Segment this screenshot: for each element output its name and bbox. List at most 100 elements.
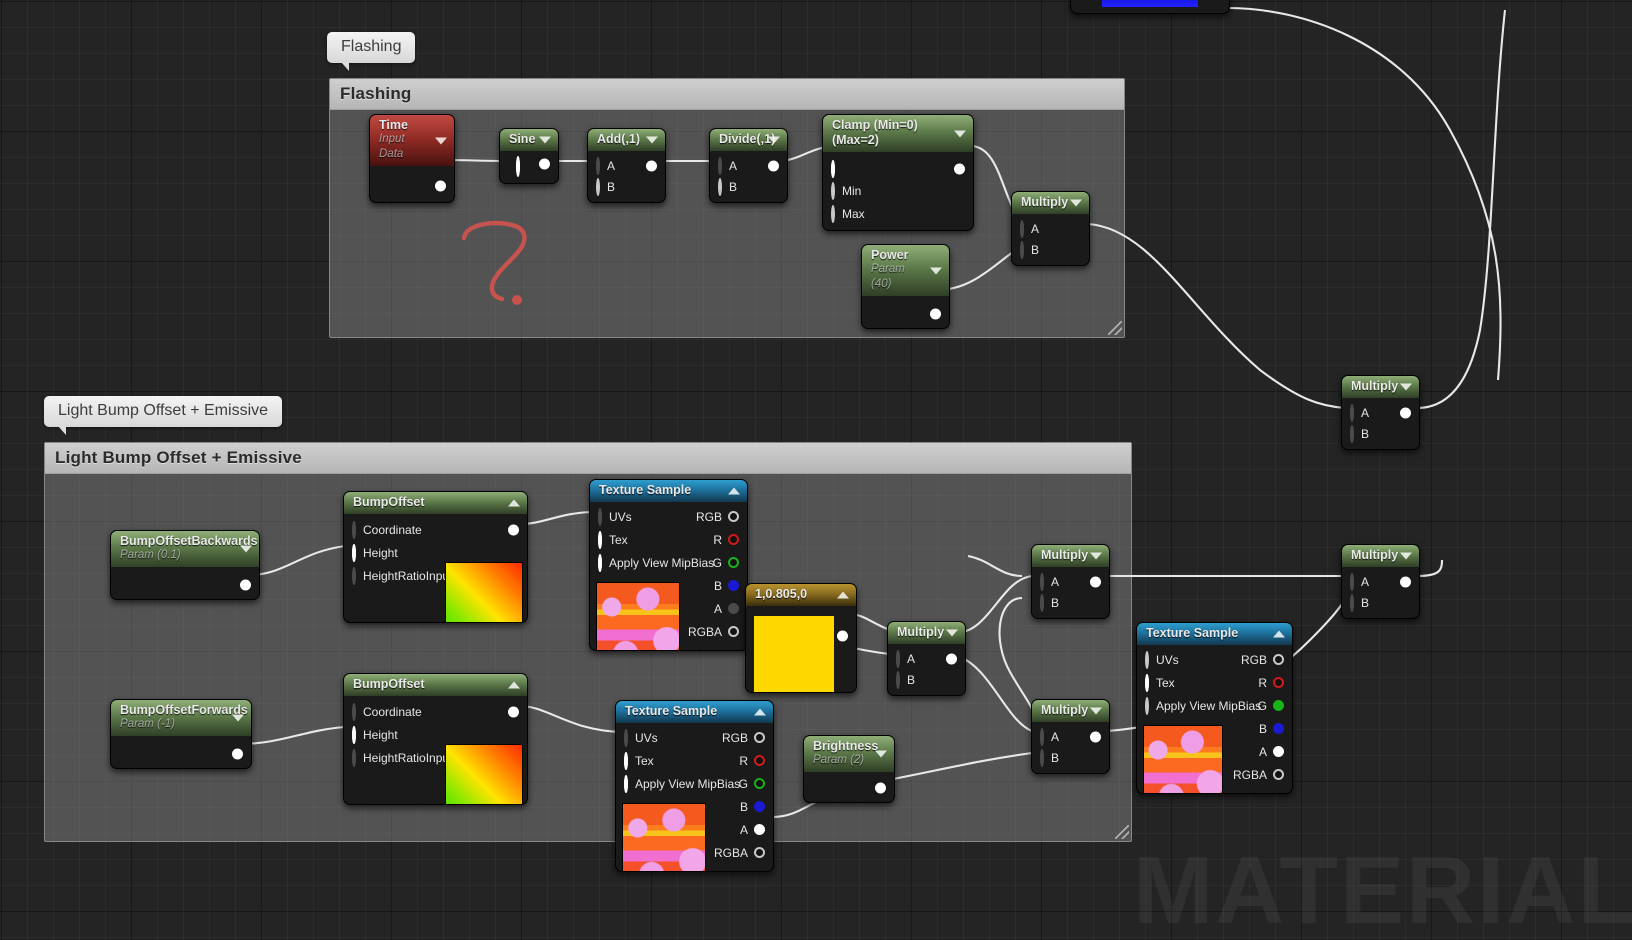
input-pin-coordinate[interactable]: [352, 520, 356, 539]
comment-box-lightbump[interactable]: Light Bump Offset + Emissive: [44, 442, 1132, 842]
node-title[interactable]: BumpOffsetBackwards Param (0.1): [111, 531, 259, 567]
node-bumpoffsetforwards-param[interactable]: BumpOffsetForwards Param (-1): [110, 699, 252, 769]
output-pin[interactable]: [508, 524, 519, 535]
input-pin-a[interactable]: [1040, 572, 1044, 591]
output-pin-r[interactable]: [754, 755, 765, 766]
chevron-down-icon[interactable]: [1400, 552, 1412, 560]
chevron-down-icon[interactable]: [232, 714, 244, 722]
node-title[interactable]: Divide(,1): [710, 129, 787, 151]
chevron-up-icon[interactable]: [1273, 630, 1285, 638]
comment-title-lightbump[interactable]: Light Bump Offset + Emissive: [45, 443, 1131, 474]
node-title[interactable]: BumpOffset: [344, 492, 527, 514]
input-pin-b[interactable]: [1020, 240, 1024, 259]
node-title[interactable]: Multiply: [1342, 545, 1419, 567]
input-pin-a[interactable]: [718, 156, 722, 175]
node-title[interactable]: Multiply: [1342, 376, 1419, 398]
node-title[interactable]: Multiply: [1012, 192, 1089, 214]
node-multiply-flash[interactable]: Multiply A B: [1011, 191, 1090, 266]
node-power[interactable]: Power Param (40): [861, 244, 950, 329]
output-pin[interactable]: [1400, 407, 1411, 418]
node-title[interactable]: BumpOffsetForwards Param (-1): [111, 700, 251, 736]
node-divide[interactable]: Divide(,1) A B: [709, 128, 788, 203]
node-bumpoffsetbackwards-param[interactable]: BumpOffsetBackwards Param (0.1): [110, 530, 260, 600]
output-pin[interactable]: [539, 158, 550, 170]
node-multiply-mid-top[interactable]: Multiply A B: [1031, 544, 1110, 619]
node-title[interactable]: Sine: [500, 129, 558, 151]
node-title[interactable]: Clamp (Min=0) (Max=2): [823, 115, 973, 152]
input-pin-a[interactable]: [1020, 219, 1024, 238]
chevron-down-icon[interactable]: [1400, 383, 1412, 391]
input-pin-b[interactable]: [1040, 593, 1044, 612]
node-clamp[interactable]: Clamp (Min=0) (Max=2) Min Max: [822, 114, 974, 231]
input-pin-uvs[interactable]: [598, 507, 602, 526]
node-add[interactable]: Add(,1) A B: [587, 128, 666, 203]
input-pin-a[interactable]: [896, 649, 900, 668]
output-pin-a[interactable]: [728, 603, 739, 614]
output-pin-r[interactable]: [728, 534, 739, 545]
output-pin[interactable]: [1400, 576, 1411, 587]
node-time[interactable]: Time Input Data: [369, 114, 455, 203]
node-texture-sample-right[interactable]: Texture Sample UVs RGB Tex R Apply View …: [1136, 622, 1293, 794]
node-multiply-right-bottom[interactable]: Multiply A B: [1341, 544, 1420, 619]
output-pin-a[interactable]: [754, 824, 765, 835]
chevron-up-icon[interactable]: [508, 499, 520, 507]
node-title[interactable]: Texture Sample: [616, 701, 773, 723]
input-pin-mipbias[interactable]: [1145, 696, 1149, 715]
output-pin-rgba[interactable]: [754, 847, 765, 858]
input-pin[interactable]: [831, 159, 835, 178]
resize-grip[interactable]: [1115, 825, 1129, 839]
chevron-down-icon[interactable]: [1090, 552, 1102, 560]
chevron-down-icon[interactable]: [768, 136, 780, 144]
node-texture-sample-top[interactable]: Texture Sample UVs RGB Tex R Apply View …: [589, 479, 748, 651]
chevron-down-icon[interactable]: [646, 136, 658, 144]
output-pin[interactable]: [946, 653, 957, 664]
node-brightness-param[interactable]: Brightness Param (2): [803, 735, 895, 803]
node-bumpoffset-bottom[interactable]: BumpOffset Coordinate Height HeightRatio…: [343, 673, 528, 805]
input-pin-a[interactable]: [1350, 572, 1354, 591]
output-pin[interactable]: [875, 782, 886, 794]
input-pin-uvs[interactable]: [624, 728, 628, 747]
input-pin-a[interactable]: [1350, 403, 1354, 422]
node-title[interactable]: Multiply: [1032, 545, 1109, 567]
node-multiply-right-top[interactable]: Multiply A B: [1341, 375, 1420, 450]
input-pin-b[interactable]: [596, 177, 600, 196]
node-multiply-center[interactable]: Multiply A B: [887, 621, 966, 696]
node-title[interactable]: Texture Sample: [590, 480, 747, 502]
node-multiply-mid-bottom[interactable]: Multiply A B: [1031, 699, 1110, 774]
output-pin-a[interactable]: [1273, 746, 1284, 757]
node-constant-color[interactable]: 1,0.805,0: [745, 583, 857, 693]
input-pin-tex[interactable]: [598, 530, 602, 549]
chevron-up-icon[interactable]: [837, 591, 849, 599]
node-title[interactable]: Texture Sample: [1137, 623, 1292, 645]
input-pin[interactable]: [516, 156, 520, 177]
output-pin-rgb[interactable]: [754, 732, 765, 743]
input-pin-uvs[interactable]: [1145, 650, 1149, 669]
output-pin-g[interactable]: [754, 778, 765, 789]
output-pin-b[interactable]: [754, 801, 765, 812]
chevron-down-icon[interactable]: [539, 136, 551, 144]
input-pin-b[interactable]: [1350, 593, 1354, 612]
input-pin-tex[interactable]: [1145, 673, 1149, 692]
output-pin-rgba[interactable]: [728, 626, 739, 637]
output-pin[interactable]: [646, 160, 657, 171]
chevron-up-icon[interactable]: [508, 681, 520, 689]
input-pin-mipbias[interactable]: [624, 774, 628, 793]
chevron-up-icon[interactable]: [728, 487, 740, 495]
output-pin-b[interactable]: [728, 580, 739, 591]
output-pin-g[interactable]: [1273, 700, 1284, 711]
input-pin-min[interactable]: [831, 181, 835, 200]
input-pin-max[interactable]: [831, 204, 835, 223]
chevron-down-icon[interactable]: [1090, 707, 1102, 715]
output-pin-r[interactable]: [1273, 677, 1284, 688]
input-pin-height[interactable]: [352, 543, 356, 562]
output-pin[interactable]: [837, 630, 848, 642]
output-pin[interactable]: [508, 706, 519, 717]
output-pin-b[interactable]: [1273, 723, 1284, 734]
input-pin-height[interactable]: [352, 725, 356, 744]
comment-title-flashing[interactable]: Flashing: [330, 79, 1124, 110]
output-pin[interactable]: [768, 160, 779, 171]
chevron-up-icon[interactable]: [754, 708, 766, 716]
node-title[interactable]: 1,0.805,0: [746, 584, 856, 606]
input-pin-b[interactable]: [718, 177, 722, 196]
node-title[interactable]: Multiply: [888, 622, 965, 644]
